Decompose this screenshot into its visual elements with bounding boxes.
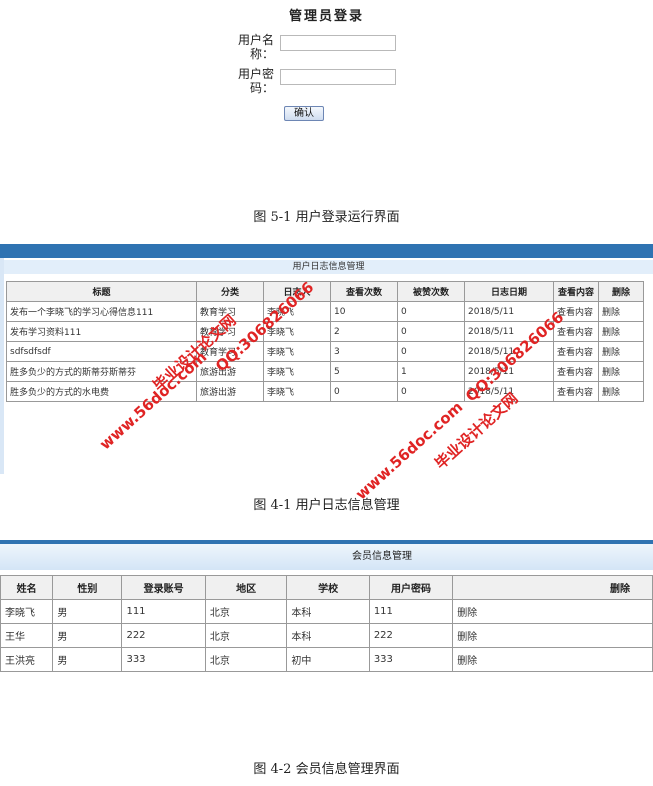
cell-likes: 0: [397, 341, 465, 362]
caption-logs: 图 4-1 用户日志信息管理: [253, 498, 400, 513]
login-submit-button[interactable]: 确认: [284, 106, 324, 121]
delete-link[interactable]: 删除: [452, 599, 653, 624]
table-row: 李晓飞 男 111 北京 本科 111 删除: [0, 599, 653, 624]
cell-school: 初中: [286, 647, 370, 672]
password-row: 用户密 码：: [232, 67, 402, 99]
cell-likes: 0: [397, 321, 465, 342]
table-row: 王洪亮 男 333 北京 初中 333 删除: [0, 647, 653, 672]
delete-link[interactable]: 删除: [598, 301, 644, 322]
cell-name: 王洪亮: [0, 647, 54, 672]
cell-gender: 男: [52, 599, 123, 624]
login-form: 管理员登录 用户名 称： 用户密 码： 确认: [0, 0, 653, 140]
cell-password: 111: [368, 599, 454, 624]
left-rail: [0, 258, 4, 474]
delete-link[interactable]: 删除: [598, 321, 644, 342]
col-account: 登录账号: [121, 575, 206, 600]
members-panel: 会员信息管理 姓名 性别 登录账号 地区 学校 用户密码 删除 李晓飞 男 11…: [0, 540, 653, 680]
cell-password: 333: [368, 647, 454, 672]
cell-region: 北京: [204, 599, 288, 624]
cell-category: 旅游出游: [196, 381, 264, 402]
username-row: 用户名 称：: [232, 33, 402, 65]
delete-link[interactable]: 删除: [452, 647, 653, 672]
col-delete: 删除: [598, 281, 644, 302]
username-label: 用户名 称：: [237, 33, 274, 61]
members-table-header: 姓名 性别 登录账号 地区 学校 用户密码 删除: [0, 575, 653, 600]
cell-school: 本科: [286, 623, 370, 648]
members-panel-header: 会员信息管理: [0, 544, 653, 570]
cell-date: 2018/5/11: [464, 301, 554, 322]
col-delete: 删除: [452, 575, 653, 600]
username-input[interactable]: [280, 35, 396, 51]
cell-author: 李晓飞: [263, 361, 331, 382]
cell-region: 北京: [204, 623, 288, 648]
delete-link[interactable]: 删除: [598, 361, 644, 382]
table-row: 胜多负少的方式的斯蒂芬斯蒂芬 旅游出游 李晓飞 5 1 2018/5/11 查看…: [6, 361, 644, 382]
cell-account: 111: [121, 599, 206, 624]
col-title: 标题: [6, 281, 197, 302]
cell-school: 本科: [286, 599, 370, 624]
cell-gender: 男: [52, 647, 123, 672]
logs-panel-title: 用户日志信息管理: [4, 260, 653, 274]
cell-title: sdfsdfsdf: [6, 341, 197, 362]
delete-link[interactable]: 删除: [598, 341, 644, 362]
col-likes: 被赞次数: [397, 281, 465, 302]
view-content-link[interactable]: 查看内容: [553, 381, 599, 402]
cell-title: 发布学习资料111: [6, 321, 197, 342]
cell-likes: 1: [397, 361, 465, 382]
members-table: 姓名 性别 登录账号 地区 学校 用户密码 删除 李晓飞 男 111 北京 本科…: [0, 575, 653, 672]
col-password: 用户密码: [368, 575, 454, 600]
cell-password: 222: [368, 623, 454, 648]
cell-name: 李晓飞: [0, 599, 54, 624]
login-title: 管理员登录: [288, 9, 364, 24]
cell-name: 王华: [0, 623, 54, 648]
col-date: 日志日期: [464, 281, 554, 302]
cell-account: 222: [121, 623, 206, 648]
logs-table-header: 标题 分类 日志人 查看次数 被赞次数 日志日期 查看内容 删除: [6, 281, 644, 302]
password-label: 用户密 码：: [237, 67, 274, 95]
header-bar: [0, 244, 653, 258]
col-view: 查看内容: [553, 281, 599, 302]
cell-views: 2: [330, 321, 398, 342]
cell-author: 李晓飞: [263, 341, 331, 362]
cell-views: 0: [330, 381, 398, 402]
col-region: 地区: [204, 575, 288, 600]
delete-link[interactable]: 删除: [452, 623, 653, 648]
col-views: 查看次数: [330, 281, 398, 302]
table-row: 王华 男 222 北京 本科 222 删除: [0, 623, 653, 648]
col-category: 分类: [196, 281, 264, 302]
logs-table: 标题 分类 日志人 查看次数 被赞次数 日志日期 查看内容 删除 发布一个李晓飞…: [6, 281, 644, 402]
table-row: sdfsdfsdf 教育学习 李晓飞 3 0 2018/5/11 查看内容 删除: [6, 341, 644, 362]
cell-views: 10: [330, 301, 398, 322]
col-school: 学校: [286, 575, 370, 600]
cell-author: 李晓飞: [263, 381, 331, 402]
cell-gender: 男: [52, 623, 123, 648]
table-row: 胜多负少的方式的水电费 旅游出游 李晓飞 0 0 2018/5/11 查看内容 …: [6, 381, 644, 402]
members-panel-title: 会员信息管理: [352, 551, 412, 562]
cell-title: 发布一个李晓飞的学习心得信息111: [6, 301, 197, 322]
delete-link[interactable]: 删除: [598, 381, 644, 402]
col-gender: 性别: [52, 575, 123, 600]
cell-views: 3: [330, 341, 398, 362]
view-content-link[interactable]: 查看内容: [553, 361, 599, 382]
cell-likes: 0: [397, 301, 465, 322]
cell-account: 333: [121, 647, 206, 672]
caption-login: 图 5-1 用户登录运行界面: [253, 210, 400, 225]
password-input[interactable]: [280, 69, 396, 85]
view-content-link[interactable]: 查看内容: [553, 341, 599, 362]
cell-region: 北京: [204, 647, 288, 672]
col-name: 姓名: [0, 575, 54, 600]
caption-members: 图 4-2 会员信息管理界面: [253, 762, 400, 777]
cell-views: 5: [330, 361, 398, 382]
